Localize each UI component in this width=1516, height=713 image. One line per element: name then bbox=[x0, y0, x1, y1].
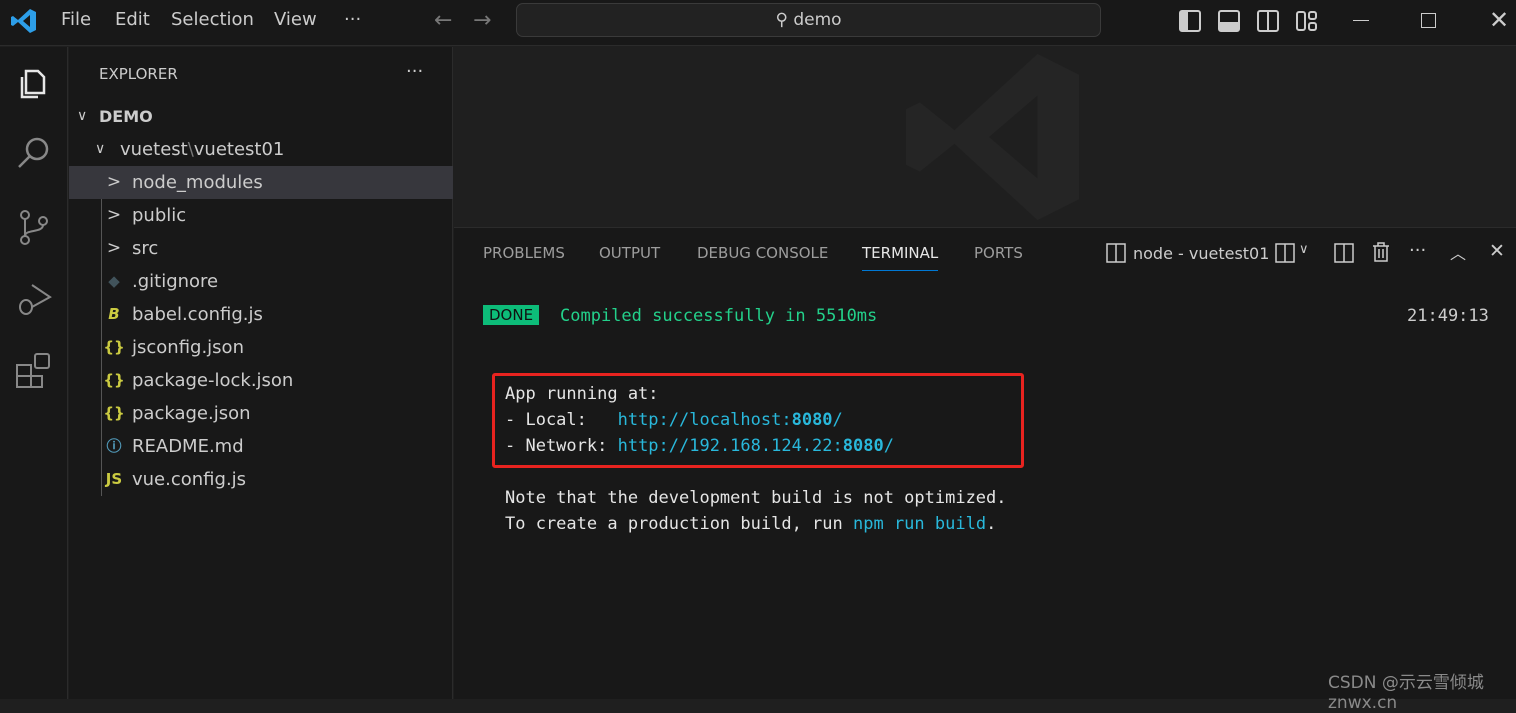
tree-item[interactable]: {} package.json bbox=[69, 397, 453, 430]
info-icon: ⓘ bbox=[106, 437, 122, 455]
forward-arrow-icon[interactable]: → bbox=[473, 8, 491, 33]
search-icon: ⚲ bbox=[775, 10, 794, 30]
tree-item[interactable]: > src bbox=[69, 232, 453, 265]
terminal-icon bbox=[1106, 243, 1126, 263]
tree-item[interactable]: ⓘ README.md bbox=[69, 430, 453, 463]
run-debug-icon[interactable] bbox=[14, 279, 54, 319]
menu-more[interactable]: ··· bbox=[344, 9, 361, 30]
source-control-icon[interactable] bbox=[14, 207, 54, 247]
editor-area bbox=[454, 47, 1516, 227]
chevron-right-icon: > bbox=[106, 238, 122, 258]
tree-item[interactable]: Bbabel.config.js bbox=[69, 298, 453, 331]
chevron-right-icon: > bbox=[106, 205, 122, 225]
json-icon: {} bbox=[103, 338, 125, 356]
close-panel-icon[interactable]: ✕ bbox=[1489, 240, 1505, 262]
chevron-down-icon: ∨ bbox=[77, 108, 88, 124]
production-build-line: To create a production build, run npm ru… bbox=[505, 514, 997, 534]
babel-icon: B bbox=[108, 305, 120, 323]
toggle-secondary-sidebar-icon[interactable] bbox=[1257, 10, 1279, 32]
chevron-right-icon: > bbox=[106, 172, 122, 192]
customize-layout-icon[interactable] bbox=[1296, 10, 1318, 32]
activity-bar bbox=[0, 47, 68, 699]
minimize-icon[interactable] bbox=[1353, 20, 1369, 21]
search-text: demo bbox=[793, 10, 842, 30]
tree-item-label: babel.config.js bbox=[132, 304, 263, 325]
tree-item-label: src bbox=[132, 238, 159, 259]
folder-label: vuetest bbox=[120, 139, 188, 160]
explorer-more-button[interactable]: ··· bbox=[406, 61, 423, 82]
local-label: - Local: bbox=[505, 410, 618, 430]
split-terminal-icon[interactable] bbox=[1275, 243, 1295, 263]
workspace-root-demo[interactable]: ∨ DEMO bbox=[69, 100, 453, 133]
git-icon: ◆ bbox=[108, 272, 120, 290]
back-arrow-icon[interactable]: ← bbox=[434, 8, 452, 33]
toggle-sidebar-icon[interactable] bbox=[1179, 10, 1201, 32]
chevron-down-icon: ∨ bbox=[95, 141, 106, 157]
json-icon: {} bbox=[103, 404, 125, 422]
menu-file[interactable]: File bbox=[61, 9, 91, 30]
folder-vuetest01[interactable]: ∨ vuetest\vuetest01 bbox=[69, 133, 453, 166]
tree-item-label: jsconfig.json bbox=[132, 337, 244, 358]
tree-item-label: public bbox=[132, 205, 187, 226]
tree-item[interactable]: JS vue.config.js bbox=[69, 463, 453, 496]
tab-ports[interactable]: PORTS bbox=[974, 244, 1023, 262]
toggle-panel-icon[interactable] bbox=[1218, 10, 1240, 32]
tree-item-label: README.md bbox=[132, 436, 244, 457]
network-label: - Network: bbox=[505, 436, 618, 456]
explorer-sidebar: EXPLORER ··· ∨ DEMO ∨ vuetest\vuetest01 > n… bbox=[69, 47, 453, 699]
app-running-label: App running at: bbox=[505, 384, 659, 404]
menu-edit[interactable]: Edit bbox=[115, 9, 150, 30]
tree-item-label: vue.config.js bbox=[132, 469, 247, 490]
subfolder-label: vuetest01 bbox=[193, 139, 285, 160]
network-url-link[interactable]: http://192.168.124.22:8080/ bbox=[618, 436, 894, 456]
local-url-line: - Local: http://localhost:8080/ bbox=[505, 410, 843, 430]
tree-item-label: .gitignore bbox=[132, 271, 219, 292]
watermark: CSDN @示云雪倾城 znwx.cn bbox=[1328, 673, 1484, 713]
done-badge: DONE bbox=[483, 305, 540, 325]
npm-run-build-command: npm run build bbox=[853, 514, 987, 534]
tree-item[interactable]: > node_modules bbox=[69, 166, 453, 199]
search-icon[interactable] bbox=[14, 133, 54, 173]
maximize-panel-icon[interactable]: ︿ bbox=[1450, 240, 1466, 264]
tree-item-label: package-lock.json bbox=[132, 370, 294, 391]
tab-problems[interactable]: PROBLEMS bbox=[483, 244, 565, 262]
more-actions-icon[interactable]: ··· bbox=[1409, 240, 1426, 261]
timestamp: 21:49:13 bbox=[1407, 306, 1489, 326]
tab-output[interactable]: OUTPUT bbox=[599, 244, 660, 262]
menu-view[interactable]: View bbox=[274, 9, 317, 30]
split-panel-icon[interactable] bbox=[1334, 243, 1354, 263]
menu-selection[interactable]: Selection bbox=[171, 9, 254, 30]
extensions-icon[interactable] bbox=[14, 351, 54, 391]
compiled-message: Compiled successfully in 5510ms bbox=[560, 306, 878, 326]
terminal-instance-label[interactable]: node - vuetest01 bbox=[1133, 244, 1269, 263]
title-bar: File Edit Selection View ··· ← → ⚲ demo … bbox=[0, 0, 1516, 46]
tree-item[interactable]: ◆ .gitignore bbox=[69, 265, 453, 298]
tree-item[interactable]: {} package-lock.json bbox=[69, 364, 453, 397]
bottom-panel: PROBLEMS OUTPUT DEBUG CONSOLE TERMINAL P… bbox=[454, 227, 1516, 713]
js-icon: JS bbox=[105, 470, 123, 488]
json-icon: {} bbox=[103, 371, 125, 389]
command-center-search[interactable]: ⚲ demo bbox=[516, 3, 1101, 37]
explorer-files-icon[interactable] bbox=[14, 63, 54, 103]
tab-debug-console[interactable]: DEBUG CONSOLE bbox=[697, 244, 828, 262]
close-window-icon[interactable]: ✕ bbox=[1489, 6, 1509, 34]
chevron-down-icon[interactable]: ∨ bbox=[1299, 242, 1309, 257]
vscode-watermark-logo bbox=[906, 53, 1080, 221]
tree-item-label: node_modules bbox=[132, 172, 263, 193]
network-url-line: - Network: http://192.168.124.22:8080/ bbox=[505, 436, 894, 456]
tree-item[interactable]: > public bbox=[69, 199, 453, 232]
note-line: Note that the development build is not o… bbox=[505, 488, 1007, 508]
local-url-link[interactable]: http://localhost:8080/ bbox=[618, 410, 843, 430]
tab-terminal[interactable]: TERMINAL bbox=[862, 244, 939, 271]
tree-item[interactable]: {} jsconfig.json bbox=[69, 331, 453, 364]
root-label: DEMO bbox=[99, 107, 153, 126]
maximize-icon[interactable] bbox=[1421, 13, 1436, 28]
explorer-title: EXPLORER bbox=[99, 65, 178, 83]
vscode-logo-icon bbox=[11, 9, 36, 33]
tree-item-label: package.json bbox=[132, 403, 251, 424]
trash-icon[interactable] bbox=[1372, 242, 1390, 262]
